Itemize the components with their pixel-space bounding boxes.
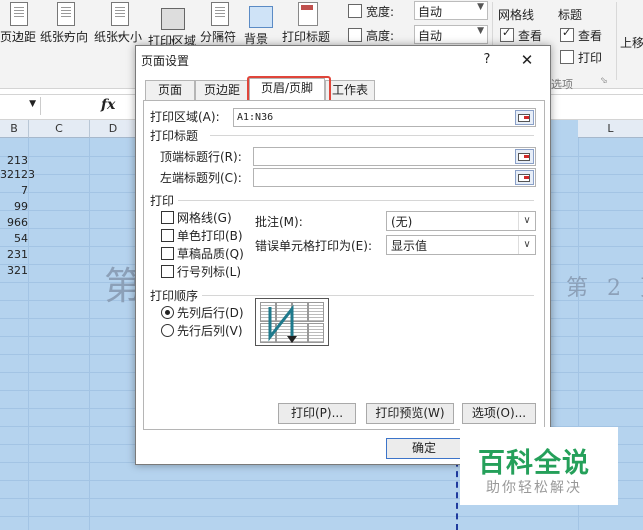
baike-badge: 百科全说 助你轻松解决 xyxy=(460,427,618,505)
cell-value[interactable]: 54 xyxy=(0,232,28,245)
collapse-dialog-icon[interactable] xyxy=(515,170,534,185)
print-titles-header: 打印标题 xyxy=(150,129,199,143)
breaks-icon xyxy=(211,2,229,26)
insert-function-icon[interactable]: fx xyxy=(101,97,115,113)
print-preview-button[interactable]: 打印预览(W) xyxy=(366,403,454,424)
dialog-tabs: 页面 页边距 页眉/页脚 工作表 xyxy=(145,78,543,101)
close-icon[interactable]: ✕ xyxy=(516,50,538,70)
gridline xyxy=(0,516,643,517)
width-icon xyxy=(348,4,362,18)
print-titles-icon xyxy=(298,2,318,26)
top-rows-input[interactable] xyxy=(253,147,536,166)
width-select[interactable]: 自动 ▼ xyxy=(414,1,488,20)
headings-print-checkbox[interactable] xyxy=(560,50,574,64)
black-and-white-checkbox[interactable] xyxy=(161,229,174,242)
cell-value[interactable]: 99 xyxy=(0,200,28,213)
chevron-down-icon: ∨ xyxy=(518,212,535,230)
print-titles-button[interactable]: 打印标题 xyxy=(282,0,334,44)
dialog-titlebar[interactable]: 页面设置 ? ✕ xyxy=(136,46,550,74)
row-col-headings-checkbox[interactable] xyxy=(161,265,174,278)
dialog-title: 页面设置 xyxy=(141,54,190,68)
down-then-over-radio[interactable] xyxy=(161,306,174,319)
left-cols-label: 左端标题列(C): xyxy=(160,171,242,185)
margins-icon xyxy=(10,2,28,26)
cell-value[interactable]: 7 xyxy=(0,184,28,197)
top-rows-label: 顶端标题行(R): xyxy=(160,150,242,164)
cell-value[interactable]: 32123 xyxy=(0,168,35,181)
left-cols-input[interactable] xyxy=(253,168,536,187)
collapse-dialog-icon[interactable] xyxy=(515,110,534,125)
column-header-d[interactable]: D xyxy=(90,120,137,138)
print-area-input[interactable]: A1:N36 xyxy=(233,108,536,127)
ribbon-divider xyxy=(616,2,617,80)
printer-icon xyxy=(161,8,185,30)
page-order-header: 打印顺序 xyxy=(150,289,199,303)
background-button[interactable]: 背景 xyxy=(244,0,278,46)
options-button[interactable]: 选项(O)... xyxy=(462,403,536,424)
paper-size-icon xyxy=(111,2,129,26)
print-header: 打印 xyxy=(150,194,175,208)
height-select[interactable]: 自动 ▼ xyxy=(414,25,488,44)
dialog-panel: 打印区域(A): A1:N36 打印标题 顶端标题行(R): 左端标题列(C):… xyxy=(143,100,545,430)
print-area-label: 打印区域(A): xyxy=(150,110,220,124)
name-box[interactable]: ▼ xyxy=(0,97,41,115)
tab-margins[interactable]: 页边距 xyxy=(195,80,249,100)
page-order-preview xyxy=(255,298,329,346)
chevron-down-icon: ▼ xyxy=(29,99,36,109)
help-button[interactable]: ? xyxy=(477,50,497,70)
cell-value[interactable]: 321 xyxy=(0,264,28,277)
gridline xyxy=(89,138,90,530)
headings-view-checkbox[interactable] xyxy=(560,26,574,42)
dialog-launcher-icon[interactable]: ⬂ xyxy=(600,76,608,86)
paper-size-button[interactable]: 纸张大小 ▾ xyxy=(94,0,146,44)
badge-subtitle: 助你轻松解决 xyxy=(486,480,582,496)
cell-value[interactable]: 213 xyxy=(0,154,28,167)
print-area-button[interactable]: 打印区域 ▾ xyxy=(148,0,198,48)
gridlines-view-checkbox[interactable] xyxy=(500,26,514,42)
collapse-dialog-icon[interactable] xyxy=(515,149,534,164)
page-setup-dialog: 页面设置 ? ✕ 页面 页边距 页眉/页脚 工作表 打印区域(A): A1:N3… xyxy=(135,45,551,465)
column-header-l[interactable]: L xyxy=(578,120,643,138)
page-watermark-right: 第 2 页 xyxy=(566,276,643,301)
section-divider xyxy=(202,295,534,296)
cell-value[interactable]: 966 xyxy=(0,216,28,229)
cell-errors-select[interactable]: 显示值 ∨ xyxy=(386,235,536,255)
tab-sheet[interactable]: 工作表 xyxy=(325,80,375,100)
tab-page[interactable]: 页面 xyxy=(145,80,195,100)
cell-value[interactable]: 231 xyxy=(0,248,28,261)
badge-title: 百科全说 xyxy=(478,448,590,479)
column-header-c[interactable]: C xyxy=(29,120,90,138)
section-divider xyxy=(178,200,534,201)
chevron-down-icon: ▼ xyxy=(477,2,484,12)
print-button[interactable]: 打印(P)... xyxy=(278,403,356,424)
height-icon xyxy=(348,28,362,42)
margins-button[interactable]: 页边距 ▾ xyxy=(0,0,38,44)
comments-select[interactable]: (无) ∨ xyxy=(386,211,536,231)
draft-quality-checkbox[interactable] xyxy=(161,247,174,260)
page-order-arrow-icon xyxy=(268,304,297,343)
over-then-down-radio[interactable] xyxy=(161,324,174,337)
orientation-button[interactable]: 纸张方向 ▾ xyxy=(40,0,92,44)
column-header-b[interactable]: B xyxy=(0,120,29,138)
breaks-button[interactable]: 分隔符 ▾ xyxy=(200,0,240,44)
chevron-down-icon: ▼ xyxy=(477,26,484,36)
picture-icon xyxy=(249,6,273,28)
gridline xyxy=(28,138,29,530)
headings-group: 标题 查看 打印 xyxy=(556,0,620,88)
section-divider xyxy=(210,135,534,136)
cell-errors-label: 错误单元格打印为(E): xyxy=(255,239,372,253)
width-row: 宽度: 自动 ▼ xyxy=(344,0,492,22)
gridlines-checkbox[interactable] xyxy=(161,211,174,224)
comments-label: 批注(M): xyxy=(255,215,303,229)
chevron-down-icon: ∨ xyxy=(518,236,535,254)
ok-button[interactable]: 确定 xyxy=(386,438,462,459)
bring-forward-button[interactable]: 上移 xyxy=(620,34,643,51)
height-row: 高度: 自动 ▼ xyxy=(344,24,492,46)
orientation-icon xyxy=(57,2,75,26)
